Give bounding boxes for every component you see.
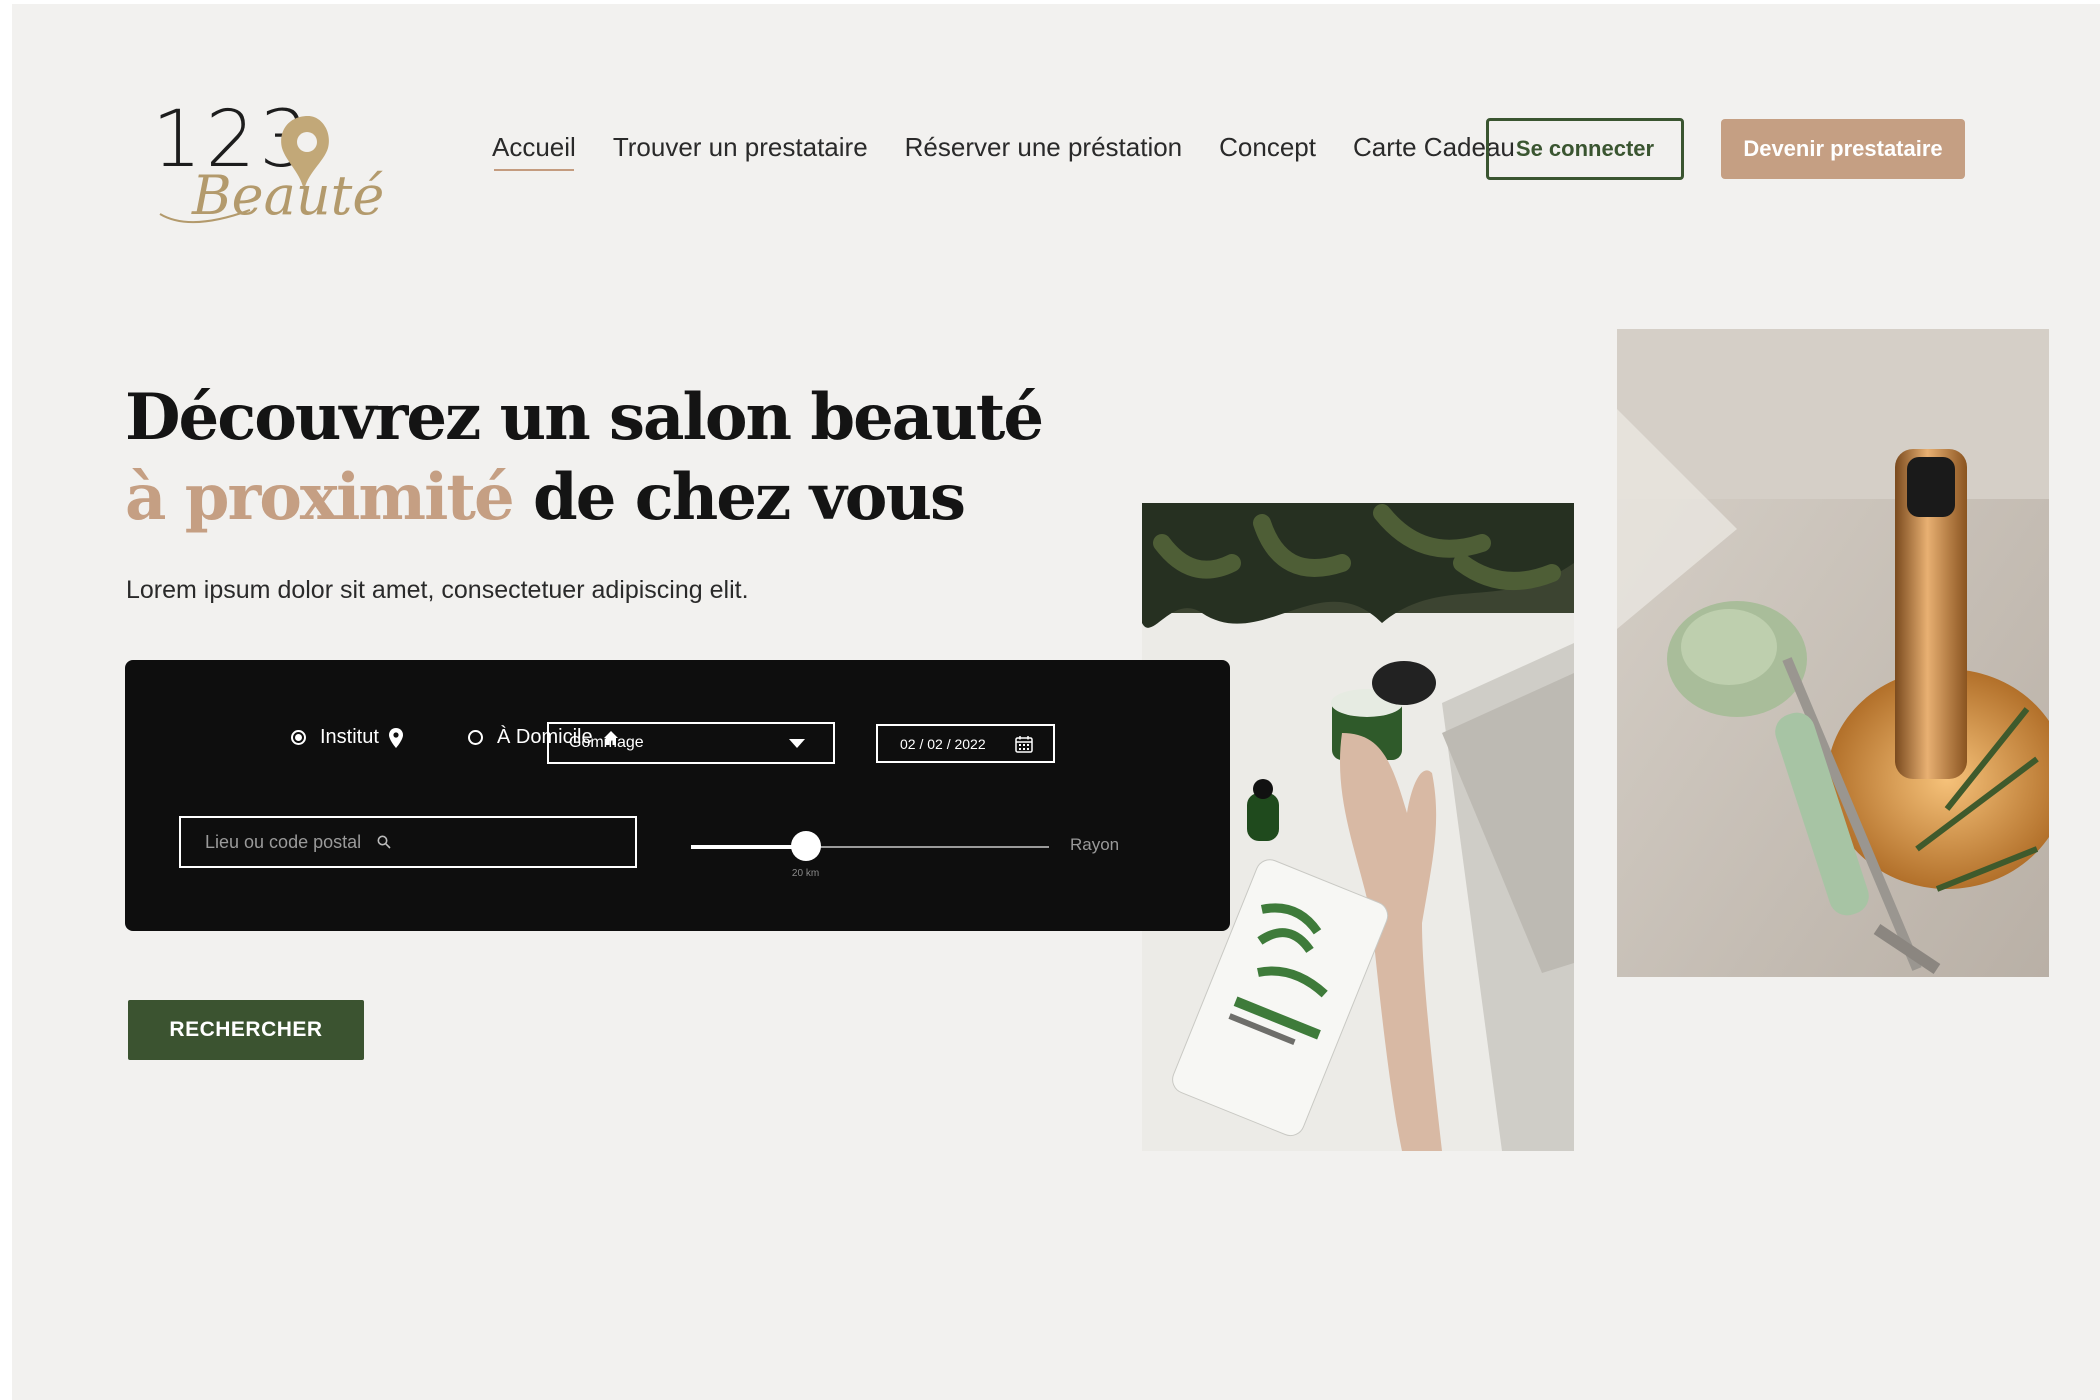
map-pin-icon [388, 727, 403, 748]
service-select[interactable]: Gommage [547, 722, 835, 764]
login-button[interactable]: Se connecter [1486, 118, 1684, 180]
nav-item-reserver-prestation[interactable]: Réserver une préstation [905, 132, 1182, 171]
calendar-icon[interactable] [1015, 735, 1033, 756]
hero-title: Découvrez un salon beauté à proximité de… [125, 378, 1125, 538]
place-search-input[interactable] [205, 831, 375, 853]
radio-institut-dot[interactable] [291, 730, 306, 745]
radius-slider-handle[interactable] [790, 831, 821, 861]
date-value: 02 / 02 / 2022 [900, 735, 986, 752]
radio-institut[interactable]: Institut [291, 726, 403, 749]
search-button[interactable]: RECHERCHER [128, 1000, 364, 1060]
logo-script: Beauté [191, 164, 384, 227]
page: 123 Beauté Accueil Trouver un prestatair… [12, 4, 2100, 1400]
hero-title-line1: Découvrez un salon beauté [125, 380, 1044, 455]
search-panel: Institut À Domicile Gommage 02 / 02 / 20… [125, 660, 1230, 931]
date-picker[interactable]: 02 / 02 / 2022 [876, 724, 1055, 763]
hero-title-accent: à proximité [125, 460, 515, 535]
nav-item-concept[interactable]: Concept [1219, 132, 1316, 171]
service-select-value: Gommage [569, 734, 644, 751]
hero-subtitle: Lorem ipsum dolor sit amet, consectetuer… [126, 576, 749, 604]
jade-roller-photo [1617, 329, 2049, 977]
nav-item-trouver-prestataire[interactable]: Trouver un prestataire [613, 132, 868, 171]
main-nav: Accueil Trouver un prestataire Réserver … [492, 132, 1552, 171]
chevron-down-icon [789, 739, 805, 748]
hero-title-line2: de chez vous [512, 460, 966, 535]
radio-institut-label: Institut [320, 726, 379, 748]
search-icon[interactable] [377, 835, 391, 849]
brand-logo[interactable]: 123 Beauté [140, 94, 400, 234]
radius-value: 20 km [791, 868, 820, 879]
radius-slider[interactable]: 20 km [691, 831, 1049, 879]
radius-label: Rayon [1070, 835, 1120, 854]
radius-slider-fill [691, 845, 806, 849]
become-provider-button[interactable]: Devenir prestataire [1721, 119, 1965, 179]
radio-domicile-dot[interactable] [468, 730, 483, 745]
place-search-field[interactable] [179, 816, 637, 868]
nav-item-accueil[interactable]: Accueil [492, 132, 576, 171]
